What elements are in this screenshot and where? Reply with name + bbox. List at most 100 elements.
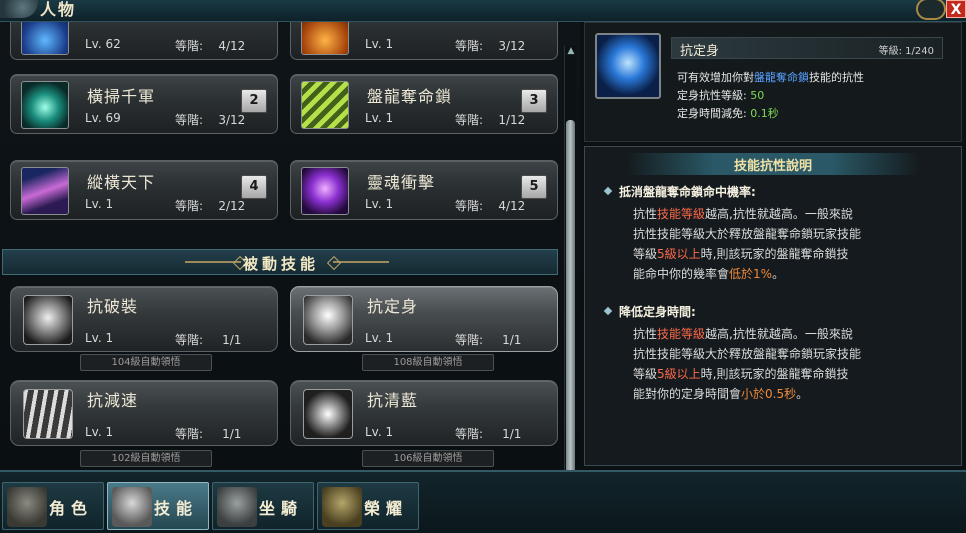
section-title: 被動技能	[243, 255, 320, 273]
explain-title-bar: 技能抗性說明	[625, 153, 921, 175]
bottom-tab-bar: 角色 技能 坐騎 榮耀	[0, 470, 966, 533]
tab-honor[interactable]: 榮耀	[317, 482, 419, 530]
hotkey-slot-badge: 2	[241, 89, 267, 113]
skill-level: Lv. 1	[365, 37, 394, 51]
skill-name: 抗破裝	[87, 297, 139, 316]
explain-line: 能對你的定身時間會小於0.5秒。	[633, 387, 809, 401]
skill-name: 抗減速	[87, 391, 139, 410]
skill-name: 靈魂衝擊	[367, 173, 436, 192]
root-resist-icon	[303, 295, 353, 345]
unlock-level-label: 104級自動領悟	[80, 354, 212, 371]
skill-tier: 等階: 1/12	[455, 113, 526, 127]
horse-mount-tab-icon	[217, 487, 257, 527]
skill-card[interactable]: Lv. 1 等階: 3/12	[290, 22, 558, 60]
skill-tier: 等階: 1/1	[175, 427, 242, 441]
skill-level: Lv. 62	[85, 37, 121, 51]
skill-name: 抗定身	[367, 297, 419, 316]
tab-character[interactable]: 角色	[2, 482, 104, 530]
explain-line: 抗性技能等級越高,抗性就越高。一般來說	[633, 207, 853, 221]
unlock-level-label: 108級自動領悟	[362, 354, 494, 371]
tab-label: 榮耀	[364, 499, 409, 518]
ornament-left	[185, 261, 241, 263]
passive-skills-header: 被動技能	[2, 249, 558, 275]
passive-skill-card-kang-jian-su[interactable]: 抗減速 Lv. 1 等階: 1/1	[10, 380, 278, 446]
skill-name: 盤龍奪命鎖	[367, 87, 453, 106]
skill-card-pan-long-duo-ming-suo[interactable]: 盤龍奪命鎖 Lv. 1 等階: 1/12 3	[290, 74, 558, 134]
explain-line: 等級5級以上時,則該玩家的盤龍奪命鎖技	[633, 367, 849, 381]
skill-level: Lv. 1	[85, 197, 114, 211]
honor-shield-tab-icon	[322, 487, 362, 527]
character-emblem-icon	[0, 0, 38, 18]
window-title: 人物	[40, 0, 77, 19]
skill-tier: 等階: 3/12	[455, 39, 526, 53]
skill-list-panel: Lv. 62 等階: 4/12 Lv. 1 等階: 3/12 橫掃千軍 Lv. …	[0, 22, 580, 470]
explain-heading: 抵消盤龍奪命鎖命中機率:	[619, 185, 756, 199]
skill-level: Lv. 1	[365, 331, 394, 345]
skill-list-scrollbar[interactable]: ▲ ▼	[564, 46, 576, 470]
tab-mount[interactable]: 坐騎	[212, 482, 314, 530]
passive-skill-card-kang-qing-lan[interactable]: 抗清藍 Lv. 1 等階: 1/1	[290, 380, 558, 446]
explain-line: 能命中你的幾率會低於1%。	[633, 267, 785, 281]
character-tab-icon	[7, 487, 47, 527]
ornament-right	[333, 261, 389, 263]
explain-line: 抗性技能等級大於釋放盤龍奪命鎖玩家技能	[633, 347, 862, 361]
mana-drain-resist-icon	[303, 389, 353, 439]
skill-tier: 等階: 2/12	[175, 199, 246, 213]
close-button[interactable]: X	[946, 0, 966, 18]
skill-detail-box: 抗定身 等級: 1/240 可有效增加你對盤龍奪命鎖技能的抗性 定身抗性等級: …	[584, 22, 962, 142]
duration-reduce-line: 定身時間減免: 0.1秒	[677, 107, 779, 120]
root-resist-detail-icon	[595, 33, 661, 99]
tab-skills[interactable]: 技能	[107, 482, 209, 530]
skill-card-ling-hun-chong-ji[interactable]: 靈魂衝擊 Lv. 1 等階: 4/12 5	[290, 160, 558, 220]
soul-strike-skill-icon	[301, 167, 349, 215]
explain-line: 抗性技能等級大於釋放盤龍奪命鎖玩家技能	[633, 227, 862, 241]
passive-skill-card-kang-ding-shen[interactable]: 抗定身 Lv. 1 等階: 1/1	[290, 286, 558, 352]
skill-link[interactable]: 盤龍奪命鎖	[754, 71, 809, 84]
scroll-thumb[interactable]	[566, 120, 575, 470]
scroll-up-arrow-icon[interactable]: ▲	[566, 46, 576, 56]
whirlwind-skill-icon	[21, 81, 69, 129]
skill-detail-name: 抗定身	[680, 44, 720, 59]
hotkey-slot-badge: 3	[521, 89, 547, 113]
hotkey-slot-badge: 4	[241, 175, 267, 199]
bullet-diamond-icon	[603, 306, 613, 316]
skill-detail-header: 抗定身 等級: 1/240	[671, 37, 943, 59]
skill-level: Lv. 1	[365, 197, 394, 211]
skill-card-zong-heng-tian-xia[interactable]: 縱橫天下 Lv. 1 等階: 2/12 4	[10, 160, 278, 220]
skill-level: Lv. 1	[365, 425, 394, 439]
slash-skill-icon	[21, 167, 69, 215]
skill-detail-description: 可有效增加你對盤龍奪命鎖技能的抗性	[677, 71, 864, 84]
skill-detail-panel: 抗定身 等級: 1/240 可有效增加你對盤龍奪命鎖技能的抗性 定身抗性等級: …	[580, 22, 966, 470]
skill-card[interactable]: Lv. 62 等階: 4/12	[10, 22, 278, 60]
explain-title: 技能抗性說明	[733, 159, 812, 174]
skill-card-heng-sao-qian-jun[interactable]: 橫掃千軍 Lv. 69 等階: 3/12 2	[10, 74, 278, 134]
hotkey-slot-badge: 5	[521, 175, 547, 199]
slow-resist-icon	[23, 389, 73, 439]
skill-level: Lv. 69	[85, 111, 121, 125]
skill-level: Lv. 1	[365, 111, 394, 125]
unlock-level-label: 102級自動領悟	[80, 450, 212, 467]
tab-label: 角色	[49, 499, 94, 518]
unlock-level-label: 106級自動領悟	[362, 450, 494, 467]
skill-name: 抗清藍	[367, 391, 419, 410]
window-titlebar: 人物 X	[0, 0, 966, 22]
skill-icon	[21, 22, 69, 55]
skill-tier: 等階: 1/1	[175, 333, 242, 347]
title-ornament	[916, 0, 946, 20]
chain-skill-icon	[301, 81, 349, 129]
armor-break-resist-icon	[23, 295, 73, 345]
tab-label: 技能	[154, 499, 199, 518]
skill-detail-level: 等級: 1/240	[878, 46, 934, 57]
skill-name: 縱橫天下	[87, 173, 156, 192]
skill-tier: 等階: 1/1	[455, 333, 522, 347]
passive-skill-card-kang-po-zhuang[interactable]: 抗破裝 Lv. 1 等階: 1/1	[10, 286, 278, 352]
skill-level: Lv. 1	[85, 425, 114, 439]
tab-label: 坐騎	[259, 499, 304, 518]
explain-line: 抗性技能等級越高,抗性就越高。一般來說	[633, 327, 853, 341]
bullet-diamond-icon	[603, 186, 613, 196]
skill-name: 橫掃千軍	[87, 87, 156, 106]
explain-line: 等級5級以上時,則該玩家的盤龍奪命鎖技	[633, 247, 849, 261]
skill-tier: 等階: 1/1	[455, 427, 522, 441]
resist-explanation-box: 技能抗性說明 抵消盤龍奪命鎖命中機率: 抗性技能等級越高,抗性就越高。一般來說 …	[584, 146, 962, 466]
skill-tier: 等階: 3/12	[175, 113, 246, 127]
